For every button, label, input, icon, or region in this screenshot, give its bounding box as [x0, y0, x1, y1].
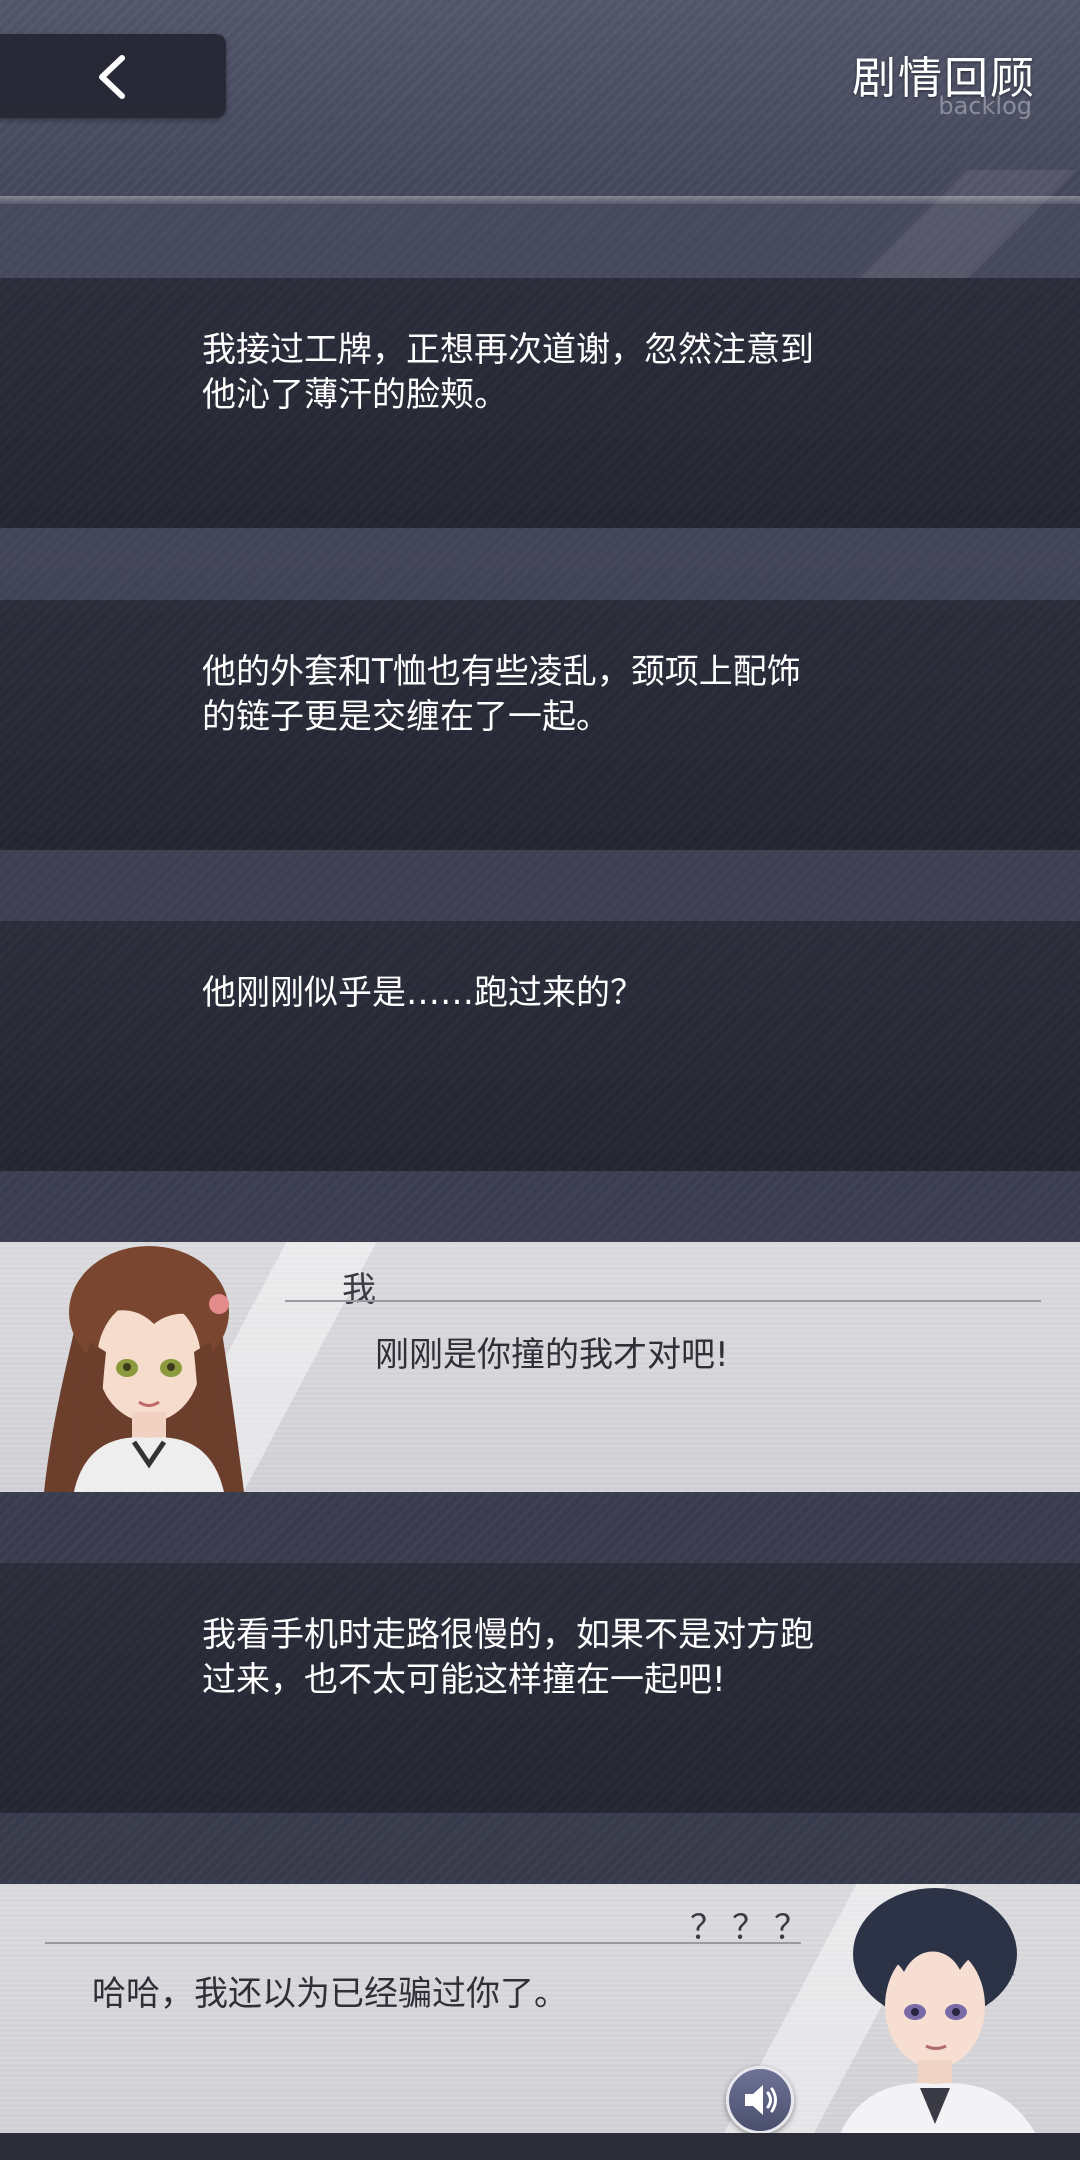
- male-portrait: [840, 1888, 1036, 2134]
- dialogue-entry: ？？？ 哈哈，我还以为已经骗过你了。: [0, 1884, 1080, 2134]
- dialogue-text: 哈哈，我还以为已经骗过你了。: [92, 1974, 568, 2014]
- chevron-left-icon: [99, 55, 125, 99]
- header-divider: [0, 196, 1080, 204]
- narration-text: 他的外套和T恤也有些凌乱，颈项上配饰 的链子更是交缠在了一起。: [202, 652, 801, 737]
- page-subtitle: backlog: [938, 92, 1032, 120]
- back-button[interactable]: [0, 34, 226, 118]
- dialogue-entry: 我 刚刚是你撞的我才对吧!: [0, 1242, 1080, 1492]
- narration-entry: 我接过工牌，正想再次道谢，忽然注意到 他沁了薄汗的脸颊。: [0, 278, 1080, 528]
- backlog-screen: 剧情回顾 backlog 我接过工牌，正想再次道谢，忽然注意到 他沁了薄汗的脸颊…: [0, 0, 1080, 2160]
- dialogue-text: 刚刚是你撞的我才对吧!: [375, 1335, 729, 1375]
- name-underline: [45, 1942, 801, 1944]
- narration-entry: 我看手机时走路很慢的，如果不是对方跑 过来，也不太可能这样撞在一起吧!: [0, 1563, 1080, 1813]
- bottom-strip: [0, 2133, 1080, 2160]
- narration-text: 我接过工牌，正想再次道谢，忽然注意到 他沁了薄汗的脸颊。: [202, 330, 814, 415]
- narration-entry: 他刚刚似乎是……跑过来的？: [0, 921, 1080, 1171]
- narration-text: 他刚刚似乎是……跑过来的？: [202, 973, 644, 1013]
- narration-text: 我看手机时走路很慢的，如果不是对方跑 过来，也不太可能这样撞在一起吧!: [202, 1615, 814, 1700]
- speaker-icon: [745, 2085, 777, 2115]
- name-underline: [285, 1300, 1041, 1302]
- speaker-name: 我: [342, 1270, 376, 1310]
- heroine-portrait: [44, 1246, 244, 1492]
- voice-replay-button[interactable]: [726, 2066, 794, 2134]
- narration-entry: 他的外套和T恤也有些凌乱，颈项上配饰 的链子更是交缠在了一起。: [0, 600, 1080, 850]
